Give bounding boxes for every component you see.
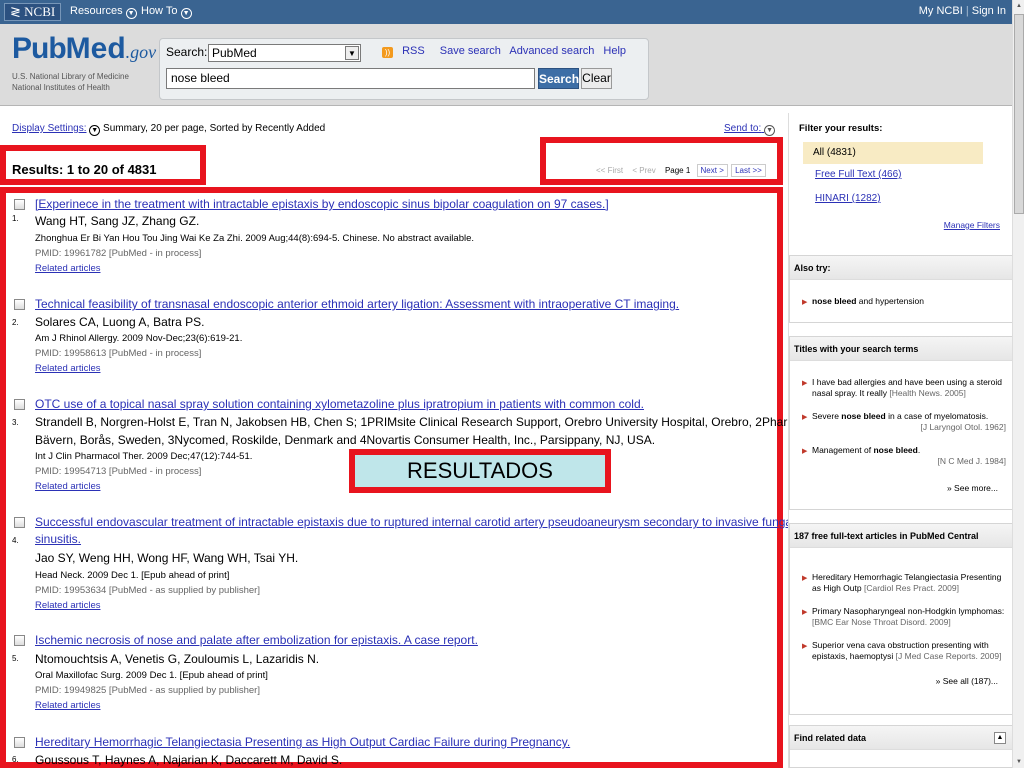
- result-item: 1. [Experinece in the treatment with int…: [12, 196, 609, 275]
- advanced-search-link[interactable]: Advanced search: [509, 45, 594, 57]
- filter-free-full-text[interactable]: Free Full Text (466): [815, 169, 902, 180]
- find-related-heading: Find related data: [790, 726, 1012, 750]
- chevron-down-icon: ▼: [764, 125, 776, 136]
- select-checkbox[interactable]: [14, 299, 25, 310]
- display-settings-value: Summary, 20 per page, Sorted by Recently…: [103, 123, 326, 134]
- bullet-icon: ▶: [802, 643, 808, 650]
- right-sidebar: Filter your results: All (4831) Free Ful…: [788, 113, 1013, 768]
- bullet-icon: ▶: [802, 575, 808, 582]
- bullet-icon: ▶: [802, 609, 808, 616]
- search-panel: Search: PubMed ▼ )) RSS Save search Adva…: [159, 38, 649, 100]
- select-checkbox[interactable]: [14, 635, 25, 646]
- filter-heading: Filter your results:: [799, 123, 883, 134]
- title-link[interactable]: ▶ Management of nose bleed. [N C Med J. 1…: [802, 445, 1006, 467]
- pubmed-logo[interactable]: PubMed.gov U.S. National Library of Medi…: [12, 34, 156, 104]
- result-item: 2. Technical feasibility of transnasal e…: [12, 296, 680, 375]
- related-articles-link[interactable]: Related articles: [35, 481, 100, 493]
- select-checkbox[interactable]: [14, 517, 25, 528]
- result-title-link[interactable]: Ischemic necrosis of nose and palate aft…: [35, 632, 478, 648]
- scroll-thumb[interactable]: [1014, 14, 1024, 214]
- pmc-article-link[interactable]: ▶ Superior vena cava obstruction presenti…: [802, 640, 1006, 662]
- scroll-up-icon[interactable]: ▲: [1014, 0, 1024, 12]
- my-ncbi-link[interactable]: My NCBI: [919, 5, 963, 17]
- result-title-link[interactable]: Hereditary Hemorrhagic Telangiectasia Pr…: [35, 734, 570, 750]
- pubmed-header: PubMed.gov U.S. National Library of Medi…: [0, 24, 1012, 106]
- titles-with-terms-box: Titles with your search terms ▶ I have ba…: [789, 336, 1013, 510]
- search-button[interactable]: Search: [538, 68, 579, 89]
- display-settings-link[interactable]: Display Settings:: [12, 123, 86, 134]
- result-item: 6. Hereditary Hemorrhagic Telangiectasia…: [12, 734, 571, 767]
- bullet-icon: ▶: [802, 299, 808, 306]
- see-all-link[interactable]: » See all (187)...: [936, 676, 998, 686]
- account-links: My NCBI | Sign In: [918, 5, 1006, 17]
- resources-menu[interactable]: Resources ▼: [70, 5, 137, 19]
- result-title-link-continued[interactable]: sinusitis.: [35, 531, 81, 547]
- chevron-down-icon[interactable]: ▼: [89, 125, 101, 136]
- display-settings: Display Settings: ▼ Summary, 20 per page…: [12, 123, 325, 136]
- result-title-link[interactable]: [Experinece in the treatment with intrac…: [35, 196, 609, 212]
- ncbi-helix-icon: ≷: [10, 4, 21, 19]
- pmc-article-link[interactable]: ▶ Primary Nasopharyngeal non-Hodgkin lymp…: [802, 606, 1006, 628]
- sign-in-link[interactable]: Sign In: [972, 5, 1006, 17]
- collapse-icon[interactable]: ▲: [994, 732, 1006, 744]
- find-related-box: Find related data ▲: [789, 725, 1013, 768]
- send-to-link[interactable]: Send to: ▼: [724, 123, 776, 136]
- also-try-link[interactable]: ▶ nose bleed and hypertension: [802, 296, 1006, 307]
- result-title-link[interactable]: OTC use of a topical nasal spray solutio…: [35, 396, 644, 412]
- title-link[interactable]: ▶ Severe nose bleed in a case of myelomat…: [802, 411, 1006, 433]
- bullet-icon: ▶: [802, 448, 808, 455]
- ncbi-logo[interactable]: ≷ NCBI: [4, 3, 62, 21]
- rss-icon: )): [382, 47, 393, 58]
- dropdown-arrow-icon: ▼: [345, 46, 359, 60]
- manage-filters-link[interactable]: Manage Filters: [944, 220, 1000, 230]
- select-checkbox[interactable]: [14, 737, 25, 748]
- pmc-article-link[interactable]: ▶ Hereditary Hemorrhagic Telangiectasia P…: [802, 572, 1006, 594]
- related-articles-link[interactable]: Related articles: [35, 600, 100, 612]
- bullet-icon: ▶: [802, 414, 808, 421]
- result-item: 5. Ischemic necrosis of nose and palate …: [12, 632, 478, 712]
- also-try-heading: Also try:: [790, 256, 1012, 280]
- database-select[interactable]: PubMed ▼: [208, 44, 361, 62]
- result-item: 4. Successful endovascular treatment of …: [12, 515, 795, 612]
- pmc-heading: 187 free full-text articles in PubMed Ce…: [790, 524, 1012, 548]
- chevron-down-icon: ▼: [125, 8, 137, 19]
- database-label: Search:: [166, 45, 208, 59]
- select-checkbox[interactable]: [14, 399, 25, 410]
- filter-hinari[interactable]: HINARI (1282): [815, 193, 881, 204]
- results-count-highlight: [0, 145, 206, 185]
- resultados-annotation-label: RESULTADOS: [349, 449, 611, 493]
- clear-button[interactable]: Clear: [581, 68, 612, 89]
- search-input[interactable]: nose bleed: [166, 68, 535, 89]
- result-title-link[interactable]: Technical feasibility of transnasal endo…: [35, 296, 679, 312]
- related-articles-link[interactable]: Related articles: [35, 263, 100, 275]
- titles-heading: Titles with your search terms: [790, 337, 1012, 361]
- select-checkbox[interactable]: [14, 199, 25, 210]
- filter-all[interactable]: All (4831): [803, 142, 983, 164]
- pager-highlight: [540, 137, 783, 185]
- also-try-box: Also try: ▶ nose bleed and hypertension: [789, 255, 1013, 323]
- related-articles-link[interactable]: Related articles: [35, 700, 100, 712]
- chevron-down-icon: ▼: [180, 8, 192, 19]
- scrollbar[interactable]: ▲ ▼: [1012, 0, 1024, 768]
- rss-link[interactable]: )) RSS: [382, 45, 431, 58]
- help-link[interactable]: Help: [603, 45, 626, 57]
- title-link[interactable]: ▶ I have bad allergies and have been usin…: [802, 377, 1006, 399]
- scroll-down-icon[interactable]: ▼: [1014, 756, 1024, 768]
- bullet-icon: ▶: [802, 380, 808, 387]
- howto-menu[interactable]: How To ▼: [141, 5, 192, 19]
- save-search-link[interactable]: Save search: [440, 45, 501, 57]
- result-title-link[interactable]: Successful endovascular treatment of int…: [35, 514, 795, 530]
- see-more-link[interactable]: » See more...: [947, 483, 998, 493]
- pmc-box: 187 free full-text articles in PubMed Ce…: [789, 523, 1013, 715]
- related-articles-link[interactable]: Related articles: [35, 363, 100, 375]
- ncbi-top-bar: ≷ NCBI Resources ▼ How To ▼ My NCBI | Si…: [0, 0, 1012, 24]
